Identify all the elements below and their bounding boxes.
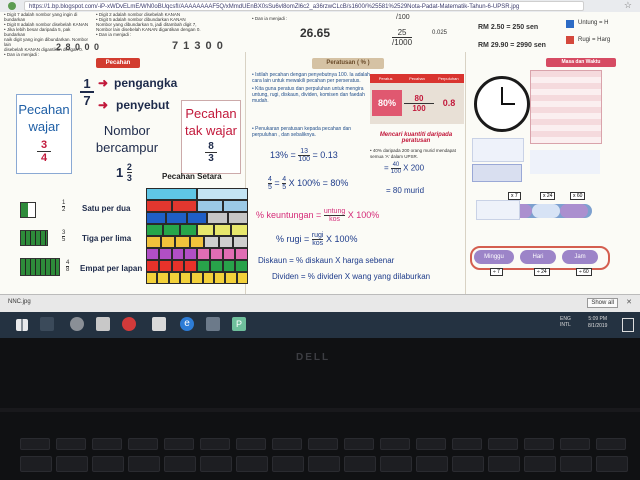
formula-dividen: Dividen = % dividen X wang yang dilaburk… <box>272 272 431 281</box>
label-penyebut: penyebut <box>116 98 170 112</box>
time-table <box>476 200 520 220</box>
money-line-2: RM 29.90 = 2990 sen <box>478 42 546 49</box>
formula-keuntungan: % keuntungan = untung kos X 100% <box>256 208 380 223</box>
browser-icon[interactable] <box>70 317 84 331</box>
legend-swatch-loss <box>566 36 574 44</box>
formula-rugi: % rugi = rugi kos X 100% <box>276 232 358 247</box>
mixed-number: 1 2 3 <box>116 162 132 183</box>
store-icon[interactable] <box>152 317 166 331</box>
windows-start-icon[interactable] <box>16 319 28 331</box>
time-conversion-cycle-bottom: Minggu Hari Jam ÷ 7 ÷ 24 ÷ 60 <box>470 240 610 280</box>
peratusan-notes: • Istilah pecahan dengan penyebutnya 100… <box>252 72 370 104</box>
rounding-notes-decimal: • Dan ia menjadi : <box>252 16 288 21</box>
equation-13-percent: 13% = 13 100 = 0.13 <box>270 148 338 163</box>
math-notes-image: • Digit 7 adalah nombor yang ingin di bu… <box>0 12 640 294</box>
lock-icon <box>8 2 16 10</box>
tak-wajar-fraction: 8 3 <box>205 141 217 164</box>
task-view-icon[interactable] <box>40 317 54 331</box>
label-nombor-bercampur: Nombor bercampur <box>95 123 159 155</box>
row-fraction: 35 <box>62 230 66 243</box>
taskbar: e P ENG INTL 5:09 PM 8/1/2019 <box>0 312 640 338</box>
chrome-icon[interactable] <box>122 317 136 331</box>
arrow-icon: ➜ <box>98 76 109 90</box>
eighths-bar-icon <box>20 258 60 276</box>
download-file[interactable]: NNC.jpg <box>8 299 31 305</box>
label-pecahan-wajar: Pecahan wajar <box>18 102 70 134</box>
arrow-icon: ➜ <box>98 98 109 112</box>
star-icon[interactable]: ☆ <box>624 0 632 11</box>
money-line-1: RM 2.50 = 250 sen <box>478 24 539 31</box>
label-pecahan-tak-wajar: Pecahan tak wajar <box>184 106 238 138</box>
notification-icon[interactable] <box>622 318 634 332</box>
time-table <box>472 164 522 182</box>
dell-logo: DELL <box>296 352 331 363</box>
screen: https://1.bp.blogspot.com/-iP-xWDvELmE/W… <box>0 0 640 338</box>
card-pecahan-wajar: Pecahan wajar 3 4 <box>16 94 72 174</box>
wajar-fraction: 3 4 <box>37 139 51 164</box>
row-fraction: 48 <box>66 260 70 273</box>
clock-icon <box>474 76 530 132</box>
label-pengangka: pengangka <box>114 76 178 90</box>
fraction-hundred: /100 <box>396 14 410 21</box>
mencari-result: = 80 murid <box>386 186 425 195</box>
time-note-box <box>472 138 524 162</box>
legend-loss: Rugi = Harg <box>578 37 611 43</box>
language-indicator[interactable]: ENG INTL <box>560 316 571 328</box>
time-note-box <box>530 150 600 174</box>
hinge <box>0 408 640 412</box>
clock[interactable]: 5:09 PM 8/1/2019 <box>588 316 607 330</box>
app-icon[interactable] <box>206 317 220 331</box>
label-pecahan-setara: Pecahan Setara <box>162 172 222 181</box>
half-bar-icon <box>20 202 36 218</box>
legend-swatch-profit <box>566 20 574 28</box>
close-icon[interactable]: ✕ <box>626 298 632 306</box>
section-header-peratusan: Peratusan ( % ) <box>312 58 384 69</box>
rounding-answer-decimal: 26.65 <box>300 26 331 40</box>
column-divider <box>465 52 466 294</box>
mencari-title: Mencari kuantiti daripada peratusan <box>379 132 453 144</box>
mencari-text: • 40% daripada 200 orang murid mendapat … <box>370 148 456 159</box>
fifths-bar-icon <box>20 230 48 246</box>
file-explorer-icon[interactable] <box>96 317 110 331</box>
show-all-button[interactable]: Show all <box>587 298 618 308</box>
card-pecahan-tak-wajar: Pecahan tak wajar 8 3 <box>181 100 241 174</box>
percent-table: Peratus Pecahan Perpuluhan 80% 80 100 0.… <box>370 74 464 124</box>
row-label: Empat per lapan <box>80 264 143 273</box>
row-label: Tiga per lima <box>82 234 132 243</box>
rounding-answer-mid: 7 1 3 0 0 <box>172 40 224 52</box>
laptop-bezel: DELL <box>0 338 640 480</box>
url-field[interactable]: https://1.bp.blogspot.com/-iP-xWDvELmE/W… <box>24 1 584 11</box>
conversion-note: • Penukaran peratusan kepada pecahan dan… <box>252 126 352 138</box>
equation-80-percent: 45 = 45 X 100% = 80% <box>268 176 349 191</box>
section-header-pecahan: Pecahan <box>96 58 140 68</box>
rounding-notes-mid: • Digit 2 adalah nombor disebelah KANAN … <box>96 12 201 37</box>
formula-diskaun: Diskaun = % diskaun X harga sebenar <box>258 256 395 265</box>
fraction-thousand: 25 /1000 <box>392 28 413 47</box>
publisher-icon[interactable]: P <box>232 317 246 331</box>
row-label: Satu per dua <box>82 204 131 213</box>
fraction-wall <box>146 188 249 284</box>
rounding-answer-left: 2 8 0 0 0 <box>56 42 101 52</box>
decimal-value: 0.025 <box>432 30 448 36</box>
legend-profit: Untung = H <box>578 20 609 26</box>
edge-icon[interactable]: e <box>180 317 194 331</box>
download-bar: NNC.jpg Show all ✕ <box>0 294 640 313</box>
fraction-example: 1 7 <box>80 76 94 108</box>
section-header-masa: Masa dan Waktu <box>546 58 616 67</box>
months-table <box>530 70 602 144</box>
mencari-equation: = 40 100 X 200 <box>384 162 425 175</box>
row-fraction: 12 <box>62 200 66 213</box>
